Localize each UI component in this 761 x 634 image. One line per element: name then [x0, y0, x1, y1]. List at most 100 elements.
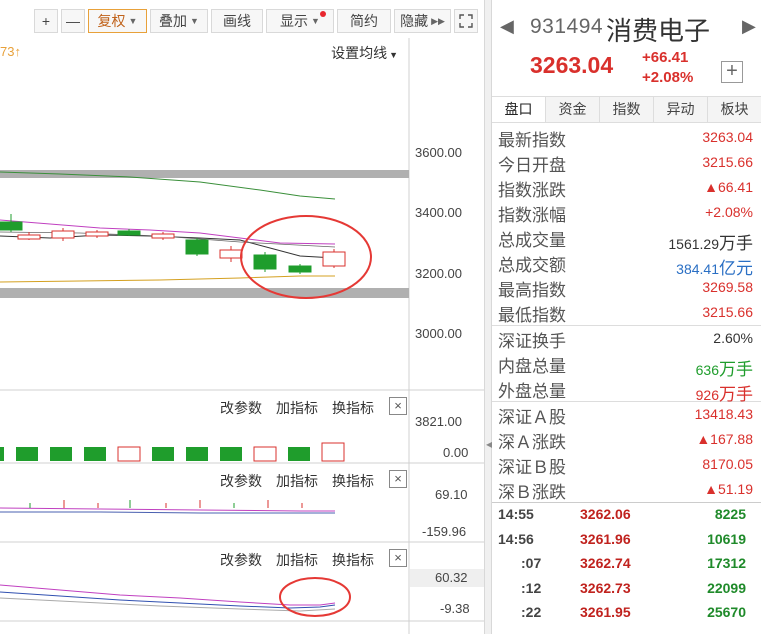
stat-label: 深证换手: [498, 332, 566, 351]
close-panel-button[interactable]: ×: [389, 549, 407, 567]
swap-indicator-link[interactable]: 换指标: [332, 471, 374, 491]
stat-value: 3269.58: [702, 279, 753, 295]
tab-zijin[interactable]: 资金: [546, 97, 600, 122]
candle-body: [185, 239, 209, 255]
tick-time: :07: [521, 555, 542, 572]
volume-bar: [84, 447, 106, 461]
tick-time: 14:55: [498, 506, 534, 522]
stat-row: 深Ｂ涨跌 ▲51.19: [492, 477, 761, 502]
stat-value: 2.60%: [713, 330, 753, 346]
next-stock-arrow-icon[interactable]: ▶: [742, 16, 756, 37]
stat-number: 3215.66: [702, 154, 753, 170]
price-axis-label: 3400.00: [415, 205, 462, 220]
stat-row: 深证换手 2.60%: [492, 326, 761, 351]
stat-label: 内盘总量: [498, 357, 566, 376]
stat-number: 3215.66: [702, 304, 753, 320]
price-axis-label: 3200.00: [415, 266, 462, 281]
stat-label: 深证Ａ股: [498, 408, 566, 427]
stat-number: +2.08%: [705, 204, 753, 220]
stat-row: 最低指数 3215.66: [492, 300, 761, 325]
tick-volume: 22099: [707, 579, 746, 596]
stock-price: 3263.04: [530, 52, 614, 78]
panel-splitter[interactable]: ◀: [484, 0, 492, 634]
add-indicator-link[interactable]: 加指标: [276, 550, 318, 570]
volume-panel-toolbar: 改参数 加指标 换指标 ×: [0, 393, 410, 419]
stat-value: 3215.66: [702, 154, 753, 170]
stat-number: 8170.05: [702, 456, 753, 472]
tab-zhishu[interactable]: 指数: [600, 97, 654, 122]
candle-body: [322, 251, 346, 267]
tick-row: :12 3262.73 22099: [492, 577, 761, 602]
tick-list: 14:55 3262.06 8225 14:56 3261.96 10619:07 3262…: [492, 502, 761, 626]
edit-params-link[interactable]: 改参数: [220, 398, 262, 418]
stat-row: 深证Ｂ股 8170.05: [492, 452, 761, 477]
ma10-line: [0, 219, 336, 245]
stat-label: 今日开盘: [498, 156, 566, 175]
quote-tabs: 盘口 资金 指数 异动 板块: [492, 96, 761, 123]
quote-panel: ◀ 931494 消费电子 ▶ 3263.04 +66.41 +2.08% + …: [492, 0, 761, 634]
stat-row: 最新指数 3263.04: [492, 125, 761, 150]
stat-label: 深Ａ涨跌: [498, 433, 566, 452]
stat-value: 13418.43: [695, 406, 753, 422]
volume-bar: [0, 447, 4, 461]
stat-value: 3215.66: [702, 304, 753, 320]
stat-label: 最低指数: [498, 306, 566, 325]
volume-bar: [321, 442, 345, 462]
stat-row: 外盘总量 926万手: [492, 376, 761, 404]
candle-body: [253, 254, 277, 270]
stat-label: 指数涨幅: [498, 206, 566, 225]
volume-bar: [220, 447, 242, 461]
close-panel-button[interactable]: ×: [389, 470, 407, 488]
candle-body: [0, 221, 23, 231]
stat-label: 深Ｂ涨跌: [498, 483, 566, 502]
indicator-panel-toolbar: 改参数 加指标 换指标 ×: [0, 545, 410, 571]
tick-price: 3262.06: [580, 506, 631, 522]
price-axis-label: 3600.00: [415, 145, 462, 160]
tab-pankou[interactable]: 盘口: [492, 97, 546, 122]
stat-row: 今日开盘 3215.66: [492, 150, 761, 175]
stock-header: ◀ 931494 消费电子 ▶ 3263.04 +66.41 +2.08% +: [492, 0, 761, 94]
ma60-line: [0, 275, 335, 283]
price-axis-label: 3000.00: [415, 326, 462, 341]
add-indicator-link[interactable]: 加指标: [276, 398, 318, 418]
candle-body: [117, 230, 141, 236]
edit-params-link[interactable]: 改参数: [220, 550, 262, 570]
panel-axis-max: 3821.00: [415, 414, 462, 429]
prev-stock-arrow-icon[interactable]: ◀: [500, 16, 514, 37]
candlestick-series: [0, 214, 346, 274]
stat-row: 深证Ａ股 13418.43: [492, 402, 761, 427]
tick-price: 3261.95: [580, 604, 631, 621]
stat-value: ▲66.41: [704, 179, 753, 195]
tab-bankuai[interactable]: 板块: [708, 97, 761, 122]
indicator-panel-toolbar: 改参数 加指标 换指标 ×: [0, 466, 410, 492]
volume-bar: [253, 446, 277, 462]
close-panel-button[interactable]: ×: [389, 397, 407, 415]
tick-row: 14:56 3261.96 10619: [492, 528, 761, 553]
panel-axis-max: 69.10: [435, 487, 468, 502]
stat-number: 926: [695, 387, 719, 403]
swap-indicator-link[interactable]: 换指标: [332, 398, 374, 418]
stat-label: 总成交额: [498, 256, 566, 275]
chart-canvas[interactable]: [0, 0, 484, 634]
volume-bar: [16, 447, 38, 461]
stat-number: 3263.04: [702, 129, 753, 145]
stat-value: ▲51.19: [704, 481, 753, 497]
stat-label: 深证Ｂ股: [498, 458, 566, 477]
edit-params-link[interactable]: 改参数: [220, 471, 262, 491]
indicator2-ticks: [29, 500, 303, 508]
stock-change: +66.41: [642, 49, 689, 66]
swap-indicator-link[interactable]: 换指标: [332, 550, 374, 570]
stat-number: ▲51.19: [704, 481, 753, 497]
tick-time: :22: [521, 604, 542, 621]
stat-number: 3269.58: [702, 279, 753, 295]
kline-chart-panel[interactable]: + — 复权 ▼ 叠加 ▼ 画线 显示 ▼ 简约 隐藏 ▶▶ 73↑ 设置均线 ▼: [0, 0, 484, 634]
tick-row: 14:55 3262.06 8225: [492, 503, 761, 528]
add-indicator-link[interactable]: 加指标: [276, 471, 318, 491]
stat-value: ▲167.88: [696, 431, 753, 447]
stat-number: ▲66.41: [704, 179, 753, 195]
stat-row: 指数涨跌 ▲66.41: [492, 175, 761, 200]
volume-bar: [50, 447, 72, 461]
tick-time: 14:56: [498, 530, 534, 547]
tab-yidong[interactable]: 异动: [654, 97, 708, 122]
add-watchlist-button[interactable]: +: [721, 61, 743, 83]
